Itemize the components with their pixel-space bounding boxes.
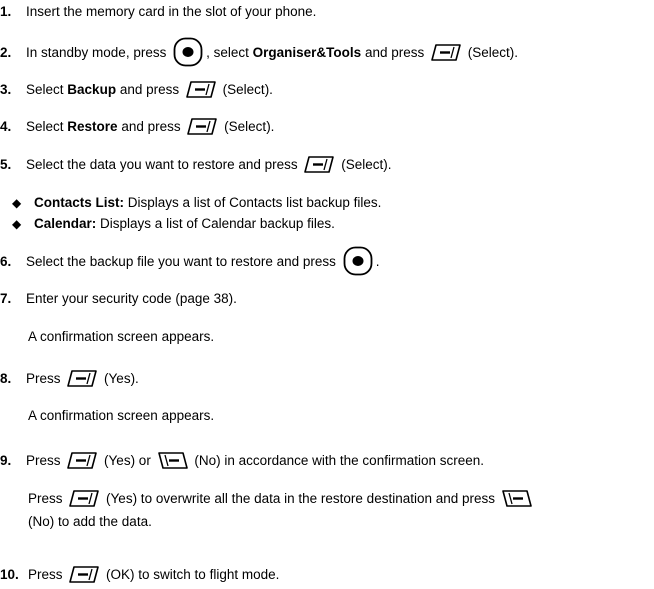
step-text: Press <box>26 371 61 386</box>
left-soft-key-icon <box>67 451 98 470</box>
step-text: Select the data you want to restore and … <box>26 157 298 172</box>
step-number: 5. <box>0 157 12 172</box>
bullet-label: Calendar: <box>34 216 97 231</box>
right-soft-key-icon <box>157 451 188 470</box>
step-number: 1. <box>0 4 12 19</box>
step-number: 6. <box>0 254 12 269</box>
step-text: (OK) to switch to flight mode. <box>106 567 280 582</box>
left-soft-key-icon <box>69 565 100 584</box>
bullet-text: Displays a list of Contacts list backup … <box>127 195 382 210</box>
step-text: Select <box>26 119 64 134</box>
step-text: and press <box>119 82 180 97</box>
step-text: . <box>375 254 380 269</box>
center-select-key-icon <box>343 246 373 276</box>
step-note: Press <box>28 491 63 506</box>
step-note: A confirmation screen appears. <box>28 408 215 423</box>
diamond-bullet-icon: ◆ <box>12 217 22 231</box>
left-soft-key-icon <box>431 43 461 62</box>
step-text: Select <box>26 82 64 97</box>
right-soft-key-icon <box>501 489 532 508</box>
step-number: 10. <box>0 567 19 582</box>
left-soft-key-icon <box>185 80 216 99</box>
step-text: Press <box>28 567 63 582</box>
step-text: and press <box>121 119 181 134</box>
center-select-key-icon <box>173 37 203 67</box>
step-note: (Yes) to overwrite all the data in the r… <box>106 491 496 506</box>
step-note: (No) to add the data. <box>28 514 152 529</box>
menu-name: Restore <box>67 119 118 134</box>
step-text: (Yes) or <box>104 453 151 468</box>
bullet-label: Contacts List: <box>34 195 125 210</box>
step-number: 2. <box>0 45 12 60</box>
step-text: Select the backup file you want to resto… <box>26 254 336 269</box>
step-number: 7. <box>0 291 12 306</box>
left-soft-key-icon <box>67 369 98 388</box>
step-number: 8. <box>0 371 12 386</box>
menu-name: Organiser&Tools <box>252 45 362 60</box>
step-text: and press <box>364 45 425 60</box>
step-text: In standby mode, press <box>26 45 167 60</box>
step-text: (Select). <box>467 45 519 60</box>
diamond-bullet-icon: ◆ <box>12 196 22 210</box>
step-text: Insert the memory card in the slot of yo… <box>26 4 317 19</box>
step-number: 3. <box>0 82 12 97</box>
step-number: 9. <box>0 453 12 468</box>
step-text: (Select). <box>224 119 275 134</box>
left-soft-key-icon <box>304 155 335 174</box>
left-soft-key-icon <box>187 117 218 136</box>
step-text: Press <box>26 453 61 468</box>
step-text: (No) in accordance with the confirmation… <box>194 453 484 468</box>
step-text: (Select). <box>222 82 273 97</box>
step-text: (Select). <box>341 157 392 172</box>
step-text: Enter your security code (page 38). <box>26 291 237 306</box>
step-note: A confirmation screen appears. <box>28 329 215 344</box>
step-text: (Yes). <box>104 371 139 386</box>
bullet-text: Displays a list of Calendar backup files… <box>100 216 335 231</box>
left-soft-key-icon <box>69 489 100 508</box>
step-number: 4. <box>0 119 12 134</box>
step-text: , select <box>206 45 249 60</box>
menu-name: Backup <box>67 82 117 97</box>
